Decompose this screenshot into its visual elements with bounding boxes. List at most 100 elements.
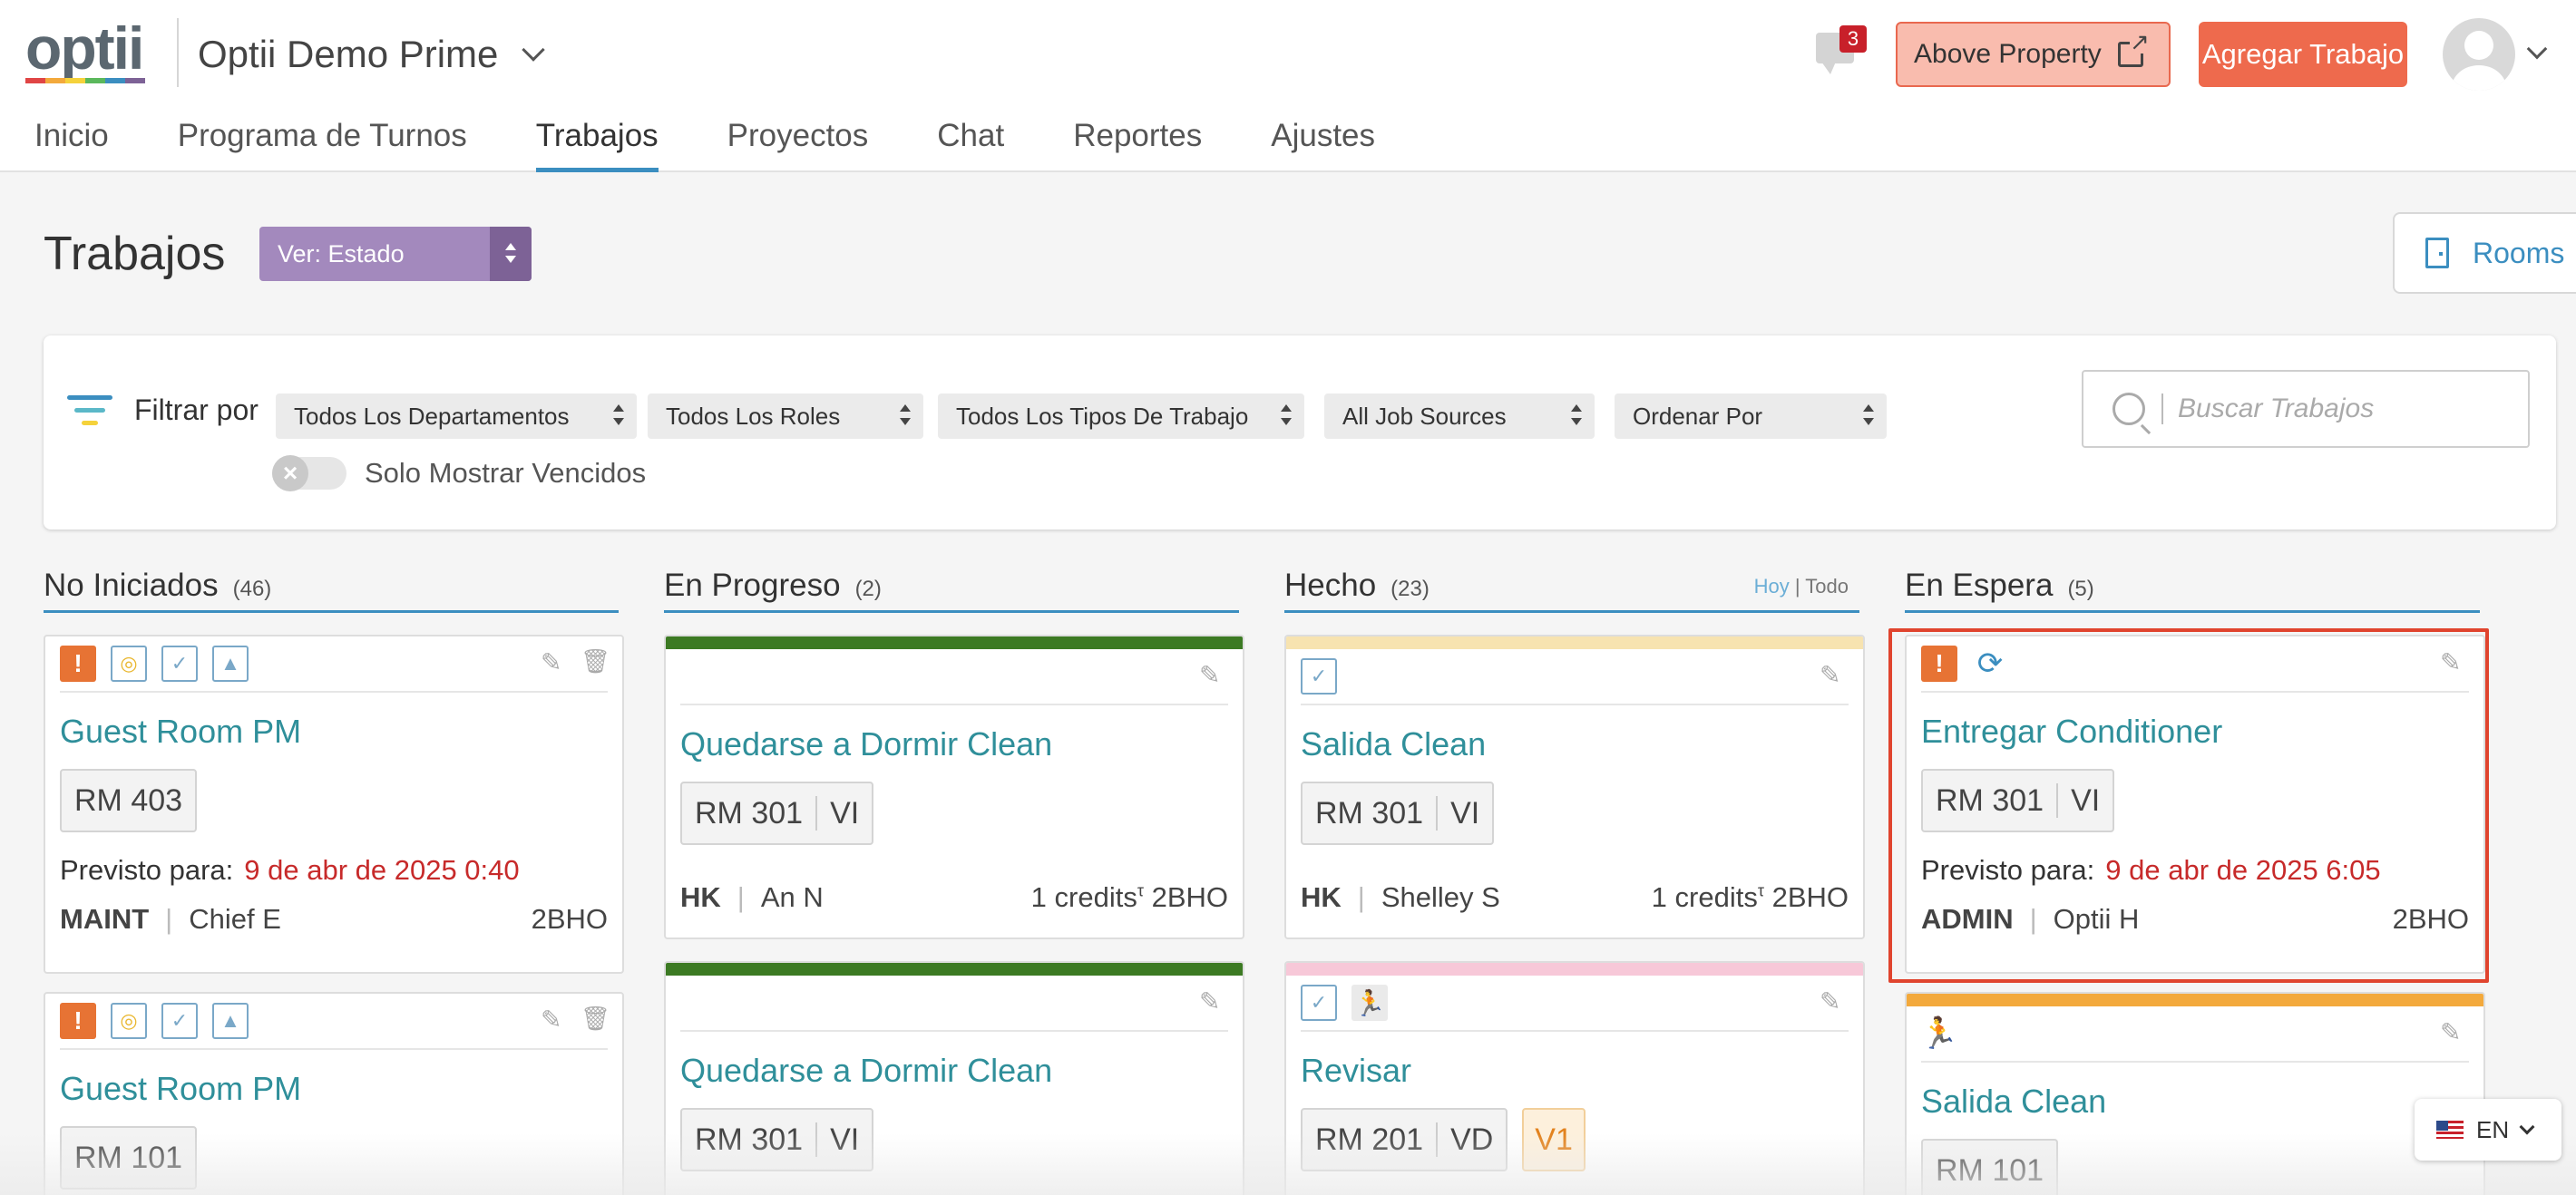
footer-separator: | [165, 903, 173, 935]
card-footer: HK | Shelley S 1 creditsτ 2BHO [1286, 854, 1863, 930]
chevron-down-icon [2519, 1119, 2535, 1135]
edit-icon[interactable]: ✎ [1820, 986, 1847, 1015]
edit-icon[interactable]: ✎ [1820, 660, 1847, 689]
column-title: En Espera [1905, 568, 2054, 603]
job-title[interactable]: Quedarse a Dormir Clean [666, 1032, 1243, 1099]
department: MAINT [60, 903, 150, 935]
trash-icon[interactable]: 🗑 [581, 647, 610, 676]
department: HK [680, 881, 721, 913]
filter-icon [67, 393, 112, 430]
credits-value: 1 credits [1651, 881, 1758, 913]
checklist-icon: ✓ [161, 1003, 198, 1039]
room-pill[interactable]: RM 301 VI [680, 782, 874, 845]
view-select[interactable]: Ver: Estado [259, 227, 532, 281]
job-card[interactable]: ✎ Quedarse a Dormir Clean RM 301 VI [664, 961, 1244, 1195]
card-icon-row: ✎ [666, 649, 1243, 704]
running-person-icon: 🏃 [1919, 1016, 1959, 1051]
job-title[interactable]: Guest Room PM [45, 693, 622, 760]
logo-text: optii [25, 15, 144, 82]
job-card[interactable]: ! ◎ ✓ ▲ ✎ 🗑 Guest Room PM RM 403 Previst… [44, 635, 624, 974]
room-row: RM 301 VI [1286, 772, 1863, 854]
nav-chat[interactable]: Chat [903, 118, 1039, 170]
edit-icon[interactable]: ✎ [1199, 660, 1226, 689]
all-link[interactable]: Todo [1805, 575, 1849, 598]
room-pill[interactable]: RM 101 [60, 1126, 198, 1190]
edit-icon[interactable]: ✎ [1199, 986, 1226, 1015]
room-pill[interactable]: RM 301 VI [1301, 782, 1495, 845]
column-title: En Progreso [664, 568, 841, 603]
language-code: EN [2476, 1115, 2510, 1143]
door-icon [2425, 238, 2449, 268]
job-title[interactable]: Guest Room PM [45, 1050, 622, 1117]
image-icon: ▲ [212, 646, 249, 682]
credits: 1 creditsτ 2BHO [1652, 881, 1849, 914]
job-card[interactable]: ✓ ✎ Salida Clean RM 301 VI HK | Shelley … [1284, 635, 1865, 939]
rooms-button[interactable]: Rooms [2393, 212, 2576, 294]
room-number: RM 101 [1936, 1152, 2044, 1188]
due-row: Previsto para: 9 de abr de 2025 0:40 [45, 841, 622, 887]
search-box[interactable] [2082, 370, 2530, 448]
job-source-filter[interactable]: All Job Sources [1324, 393, 1595, 439]
logo-color-bar [25, 78, 145, 83]
nav-programa-de-turnos[interactable]: Programa de Turnos [143, 118, 502, 170]
room-row: RM 101 [1907, 1130, 2483, 1195]
status-stripe [1907, 994, 2483, 1006]
edit-icon[interactable]: ✎ [541, 1005, 568, 1034]
job-card[interactable]: ✎ Quedarse a Dormir Clean RM 301 VI HK |… [664, 635, 1244, 939]
job-title[interactable]: Revisar [1286, 1032, 1863, 1099]
job-title[interactable]: Salida Clean [1286, 705, 1863, 772]
language-selector[interactable]: EN [2415, 1099, 2561, 1161]
nav-proyectos[interactable]: Proyectos [693, 118, 903, 170]
credits-mark: τ [1137, 881, 1144, 900]
property-code: 2BHO [531, 903, 608, 935]
job-title[interactable]: Quedarse a Dormir Clean [666, 705, 1243, 772]
user-avatar[interactable] [2443, 18, 2515, 91]
room-pill[interactable]: RM 101 [1921, 1139, 2059, 1195]
optii-logo[interactable]: optii [25, 15, 145, 83]
job-card[interactable]: ✓ 🏃 ✎ Revisar RM 201 VD V1 [1284, 961, 1865, 1195]
notification-badge: 3 [1839, 25, 1867, 53]
room-number: RM 201 [1315, 1122, 1424, 1157]
due-date: 9 de abr de 2025 0:40 [244, 854, 520, 886]
order-by-filter[interactable]: Ordenar Por [1615, 393, 1887, 439]
today-link[interactable]: Hoy [1754, 575, 1790, 598]
card-footer: HK | An N 1 creditsτ 2BHO [666, 854, 1243, 930]
search-input[interactable] [2178, 393, 2522, 424]
job-title[interactable]: Salida Clean [1907, 1063, 2483, 1130]
edit-icon[interactable]: ✎ [541, 647, 568, 676]
room-number: RM 301 [695, 795, 804, 831]
department-filter[interactable]: Todos Los Departamentos [276, 393, 637, 439]
room-number: RM 301 [1315, 795, 1424, 831]
card-icon-row: ✎ [666, 976, 1243, 1030]
nav-reportes[interactable]: Reportes [1039, 118, 1236, 170]
job-card[interactable]: ! ◎ ✓ ▲ ✎ 🗑 Guest Room PM RM 101 [44, 992, 624, 1195]
room-pill[interactable]: RM 201 VD [1301, 1108, 1508, 1171]
image-icon: ▲ [212, 1003, 249, 1039]
nav-trabajos[interactable]: Trabajos [502, 118, 693, 172]
room-number: RM 301 [695, 1122, 804, 1157]
nav-ajustes[interactable]: Ajustes [1236, 118, 1410, 170]
roles-filter[interactable]: Todos Los Roles [648, 393, 923, 439]
above-property-button[interactable]: Above Property [1896, 22, 2171, 87]
add-job-button[interactable]: Agregar Trabajo [2199, 22, 2407, 87]
job-card[interactable]: 🏃 ✎ Salida Clean RM 101 [1905, 992, 2485, 1195]
card-icon-row: ! ◎ ✓ ▲ ✎ 🗑 [45, 636, 622, 691]
column-title: No Iniciados [44, 568, 219, 603]
property-switcher[interactable]: Optii Demo Prime [198, 33, 546, 76]
job-type-filter[interactable]: Todos Los Tipos De Trabajo [938, 393, 1304, 439]
status-stripe [1286, 963, 1863, 976]
column-count: (23) [1390, 577, 1429, 601]
nav-inicio[interactable]: Inicio [0, 118, 143, 170]
header-divider [177, 18, 179, 87]
overdue-toggle[interactable]: × [272, 455, 346, 491]
view-select-value: Ver: Estado [278, 239, 405, 267]
link-separator: | [1794, 575, 1800, 598]
chevron-down-icon[interactable] [2526, 38, 2548, 60]
edit-icon[interactable]: ✎ [2440, 1017, 2467, 1046]
room-pill[interactable]: RM 403 [60, 769, 198, 832]
us-flag-icon [2436, 1121, 2464, 1139]
trash-icon[interactable]: 🗑 [581, 1005, 610, 1034]
close-icon: × [272, 455, 308, 491]
room-pill[interactable]: RM 301 VI [680, 1108, 874, 1171]
scan-verify-icon: ◎ [111, 646, 147, 682]
